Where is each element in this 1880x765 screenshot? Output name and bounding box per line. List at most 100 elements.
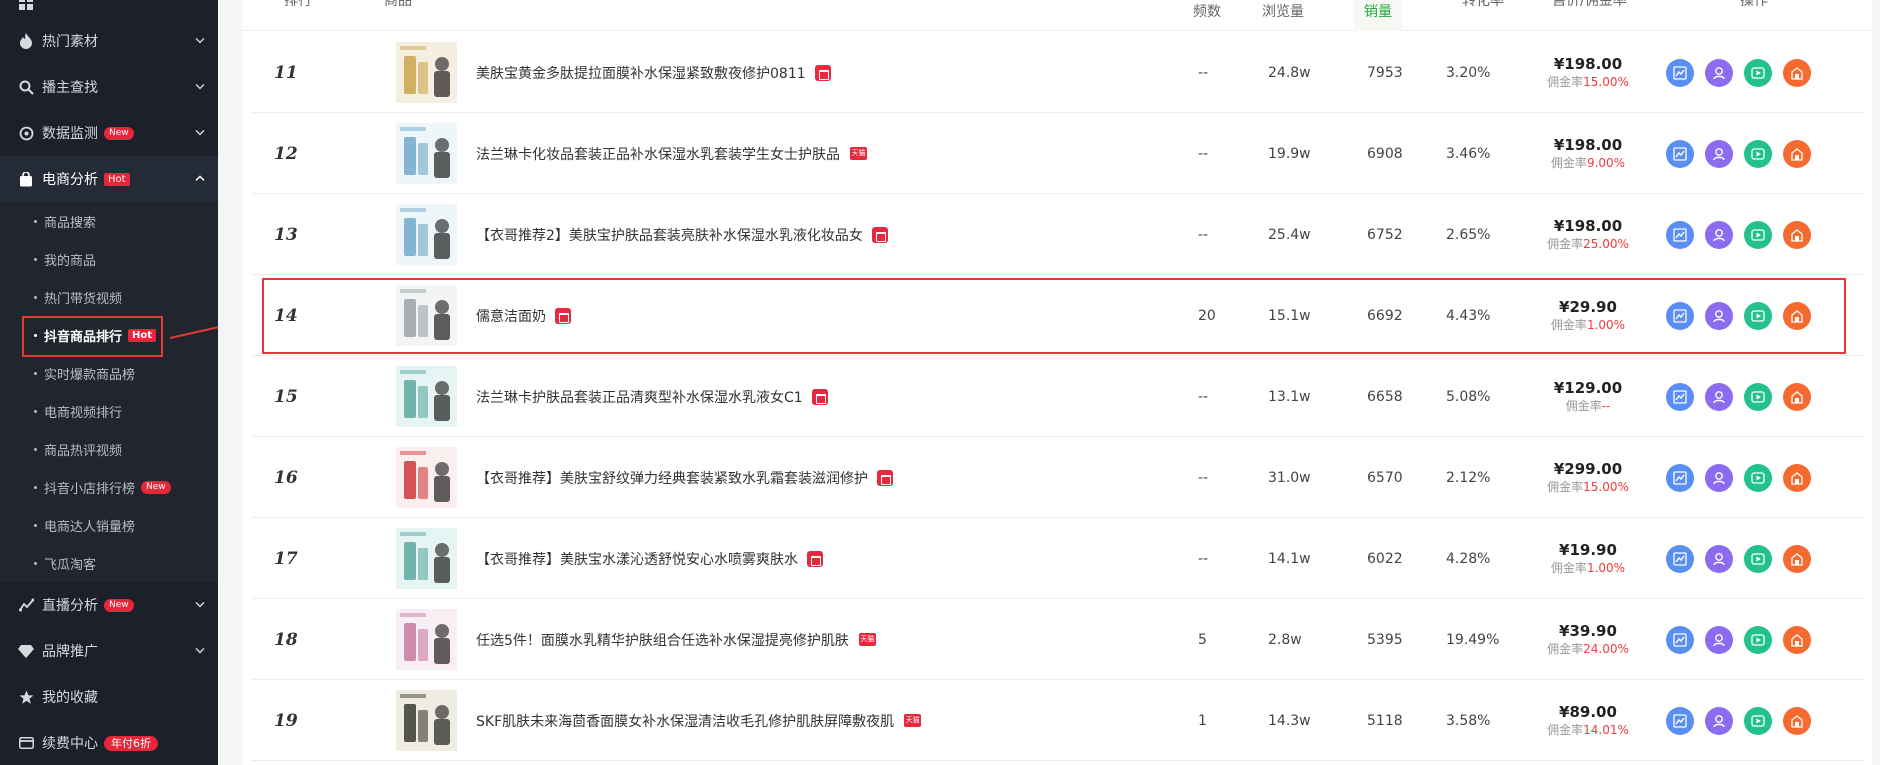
trend-chart-button[interactable] xyxy=(1666,139,1694,168)
bullet-icon xyxy=(34,409,37,413)
table-row[interactable]: 18 任选5件！面膜水乳精华护肤组合任选补水保湿提亮修护肌肤 天猫 5 2.8w … xyxy=(252,599,1863,680)
shop-button[interactable] xyxy=(1783,706,1811,735)
shop-button[interactable] xyxy=(1783,220,1811,249)
table-row[interactable]: 19 SKF肌肤未来海茴香面膜女补水保湿清洁收毛孔修护肌肤屏障敷夜肌 天猫 1 1… xyxy=(252,680,1863,761)
product-title[interactable]: 任选5件！面膜水乳精华护肤组合任选补水保湿提亮修护肌肤 天猫 xyxy=(476,599,876,680)
streamer-button[interactable] xyxy=(1705,463,1733,492)
product-title[interactable]: 法兰琳卡护肤品套装正品清爽型补水保湿水乳液女C1 xyxy=(476,356,828,437)
video-button[interactable] xyxy=(1744,706,1772,735)
trend-icon xyxy=(1673,551,1687,566)
table-row[interactable]: 16 【衣哥推荐】美肤宝舒纹弹力经典套装紧致水乳霜套装滋润修护 -- 31.0w… xyxy=(252,437,1863,518)
video-button[interactable] xyxy=(1744,625,1772,654)
product-title[interactable]: SKF肌肤未来海茴香面膜女补水保湿清洁收毛孔修护肌肤屏障敷夜肌 天猫 xyxy=(476,680,922,761)
product-thumbnail[interactable] xyxy=(396,123,457,184)
user-icon xyxy=(1713,147,1725,160)
table-row[interactable]: 17 【衣哥推荐】美肤宝水漾沁透舒悦安心水喷雾爽肤水 -- 14.1w 6022… xyxy=(252,518,1863,599)
video-button[interactable] xyxy=(1744,220,1772,249)
trend-chart-button[interactable] xyxy=(1666,625,1694,654)
video-button[interactable] xyxy=(1744,301,1772,330)
trend-chart-button[interactable] xyxy=(1666,220,1694,249)
trend-chart-button[interactable] xyxy=(1666,301,1694,330)
product-thumbnail[interactable] xyxy=(396,204,457,265)
trend-chart-button[interactable] xyxy=(1666,544,1694,573)
table-row[interactable]: 14 儒意洁面奶 20 15.1w 6692 4.43% ¥29.90 佣金率1… xyxy=(252,275,1863,356)
product-thumbnail[interactable] xyxy=(396,366,457,427)
video-button[interactable] xyxy=(1744,382,1772,411)
sales-value: 7953 xyxy=(1367,64,1403,81)
shop-button[interactable] xyxy=(1783,544,1811,573)
streamer-button[interactable] xyxy=(1705,220,1733,249)
product-title[interactable]: 美肤宝黄金多肽提拉面膜补水保湿紧致敷夜修护0811 xyxy=(476,32,831,113)
commission-line: 佣金率9.00% xyxy=(1551,155,1625,172)
sub-item-video-ranking[interactable]: 电商视频排行 xyxy=(0,392,218,430)
shop-button[interactable] xyxy=(1783,463,1811,492)
frequency-value: 1 xyxy=(1198,712,1207,729)
streamer-button[interactable] xyxy=(1705,382,1733,411)
sidebar-item-streamer-search[interactable]: 播主查找 xyxy=(0,64,218,110)
header-views[interactable]: 浏览量 xyxy=(1262,2,1304,33)
table-row[interactable]: 13 【衣哥推荐2】美肤宝护肤品套装亮肤补水保湿水乳液化妆品女 -- 25.4w… xyxy=(252,194,1863,275)
sub-item-realtime-hot[interactable]: 实时爆款商品榜 xyxy=(0,354,218,392)
sidebar-item-hot-material[interactable]: 热门素材 xyxy=(0,18,218,64)
streamer-button[interactable] xyxy=(1705,544,1733,573)
trend-icon xyxy=(1673,146,1687,161)
sub-item-my-products[interactable]: 我的商品 xyxy=(0,240,218,278)
video-button[interactable] xyxy=(1744,139,1772,168)
streamer-button[interactable] xyxy=(1705,706,1733,735)
product-thumbnail[interactable] xyxy=(396,285,457,346)
sub-item-sales-ranking[interactable]: 电商达人销量榜 xyxy=(0,506,218,544)
shop-button[interactable] xyxy=(1783,58,1811,87)
streamer-button[interactable] xyxy=(1705,139,1733,168)
sidebar-item-brand-promo[interactable]: 品牌推广 xyxy=(0,628,218,674)
shop-button[interactable] xyxy=(1783,301,1811,330)
product-thumbnail[interactable] xyxy=(396,690,457,751)
product-title[interactable]: 儒意洁面奶 xyxy=(476,275,571,356)
header-frequency[interactable]: 频数 xyxy=(1193,2,1221,33)
sidebar-item-live-analysis[interactable]: 直播分析 New xyxy=(0,582,218,628)
play-icon xyxy=(1751,309,1765,322)
product-title[interactable]: 法兰琳卡化妆品套装正品补水保湿水乳套装学生女士护肤品 天猫 xyxy=(476,113,867,194)
trend-icon xyxy=(1673,632,1687,647)
shop-button[interactable] xyxy=(1783,382,1811,411)
trend-icon xyxy=(1673,470,1687,485)
shop-button[interactable] xyxy=(1783,139,1811,168)
sub-item-hot-review[interactable]: 商品热评视频 xyxy=(0,430,218,468)
table-row[interactable]: 12 法兰琳卡化妆品套装正品补水保湿水乳套装学生女士护肤品 天猫 -- 19.9w… xyxy=(252,113,1863,194)
trend-chart-button[interactable] xyxy=(1666,463,1694,492)
product-thumbnail[interactable] xyxy=(396,528,457,589)
commission-line: 佣金率-- xyxy=(1566,398,1611,415)
sidebar-item-data-monitor[interactable]: 数据监测 New xyxy=(0,110,218,156)
table-row[interactable]: 11 美肤宝黄金多肽提拉面膜补水保湿紧致敷夜修护0811 -- 24.8w 79… xyxy=(252,32,1863,113)
sidebar-item-renewal[interactable]: 续费中心 年付6折 xyxy=(0,720,218,765)
streamer-button[interactable] xyxy=(1705,58,1733,87)
streamer-button[interactable] xyxy=(1705,301,1733,330)
shop-button[interactable] xyxy=(1783,625,1811,654)
product-thumbnail[interactable] xyxy=(396,447,457,508)
sub-item-taoke[interactable]: 飞瓜淘客 xyxy=(0,544,218,582)
play-icon xyxy=(1751,390,1765,403)
product-thumbnail[interactable] xyxy=(396,609,457,670)
sub-item-shop-ranking[interactable]: 抖音小店排行榜 New xyxy=(0,468,218,506)
video-button[interactable] xyxy=(1744,463,1772,492)
sidebar-item-favorites[interactable]: 我的收藏 xyxy=(0,674,218,720)
action-buttons xyxy=(1666,599,1811,680)
table-row[interactable]: 15 法兰琳卡护肤品套装正品清爽型补水保湿水乳液女C1 -- 13.1w 665… xyxy=(252,356,1863,437)
video-button[interactable] xyxy=(1744,58,1772,87)
rank-number: 11 xyxy=(274,62,298,83)
trend-chart-button[interactable] xyxy=(1666,706,1694,735)
product-title[interactable]: 【衣哥推荐】美肤宝舒纹弹力经典套装紧致水乳霜套装滋润修护 xyxy=(476,437,893,518)
sidebar-item-ecommerce[interactable]: 电商分析 Hot xyxy=(0,156,218,202)
product-title[interactable]: 【衣哥推荐】美肤宝水漾沁透舒悦安心水喷雾爽肤水 xyxy=(476,518,823,599)
header-sales[interactable]: 销量 xyxy=(1354,0,1402,31)
trend-chart-button[interactable] xyxy=(1666,58,1694,87)
trend-chart-button[interactable] xyxy=(1666,382,1694,411)
video-button[interactable] xyxy=(1744,544,1772,573)
header-price[interactable]: 售价/佣金率 xyxy=(1552,0,1627,22)
header-conversion[interactable]: 转化率 xyxy=(1462,0,1504,22)
product-title[interactable]: 【衣哥推荐2】美肤宝护肤品套装亮肤补水保湿水乳液化妆品女 xyxy=(476,194,888,275)
sidebar-item-label: 品牌推广 xyxy=(42,644,98,660)
product-thumbnail[interactable] xyxy=(396,42,457,103)
sub-item-product-search[interactable]: 商品搜索 xyxy=(0,202,218,240)
header-rank[interactable]: 排行 xyxy=(284,0,312,22)
streamer-button[interactable] xyxy=(1705,625,1733,654)
